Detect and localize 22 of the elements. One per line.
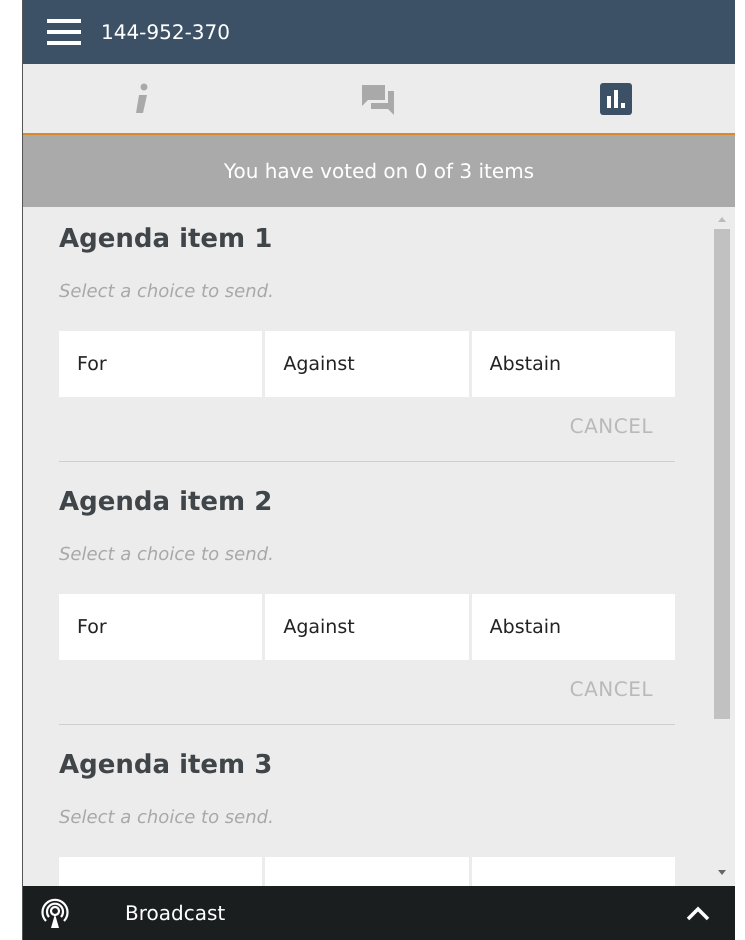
instruction-text: Select a choice to send. xyxy=(59,543,275,567)
choice-button[interactable]: Abstain xyxy=(472,594,675,660)
choice-button[interactable]: Abstain xyxy=(472,331,675,397)
chevron-up-icon[interactable] xyxy=(685,905,711,921)
vote-status-banner: You have voted on 0 of 3 items xyxy=(23,135,735,207)
instruction-text: Select a choice to send. xyxy=(59,806,275,830)
agenda-item-title: Agenda item 3 xyxy=(59,749,274,782)
agenda-item-title: Agenda item 1 xyxy=(59,223,274,256)
choice-button[interactable]: For xyxy=(59,331,262,397)
info-icon xyxy=(134,82,149,114)
choice-button[interactable]: Against xyxy=(265,594,469,660)
bar-chart-icon xyxy=(600,82,632,114)
menu-icon[interactable] xyxy=(47,19,81,45)
chat-icon xyxy=(362,82,396,114)
scrollbar-thumb[interactable] xyxy=(714,229,730,719)
choice-button[interactable]: Against xyxy=(265,331,469,397)
broadcast-label[interactable]: Broadcast xyxy=(125,898,685,928)
broadcast-icon[interactable] xyxy=(39,897,71,929)
instruction-text: Select a choice to send. xyxy=(59,280,275,304)
agenda-item-title: Agenda item 2 xyxy=(59,486,274,519)
choice-button[interactable]: For xyxy=(59,594,262,660)
meeting-id: 144-952-370 xyxy=(101,19,230,46)
